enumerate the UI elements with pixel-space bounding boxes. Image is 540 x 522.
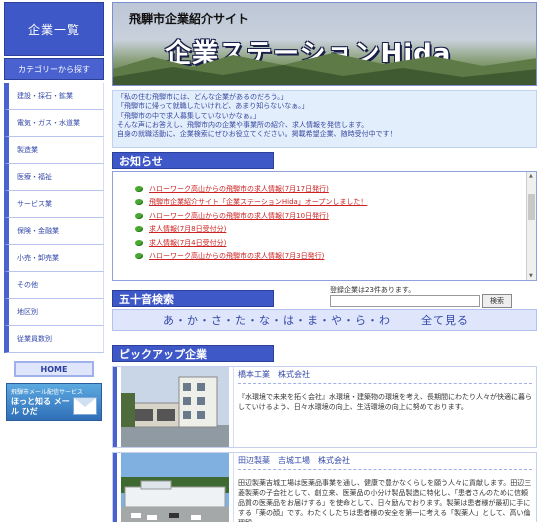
news-link[interactable]: ハローワーク高山からの飛騨市の求人情報(7月17日発行) — [149, 184, 329, 194]
kana-link-na[interactable]: な — [259, 312, 271, 328]
factory-photo-icon — [121, 453, 229, 522]
news-item: ハローワーク高山からの飛騨市の求人情報(7月17日発行) — [135, 182, 536, 196]
kana-link-ta[interactable]: た — [235, 312, 247, 328]
company-photo[interactable] — [121, 453, 229, 522]
registered-count: 登録企業は23件あります。 — [330, 286, 416, 294]
news-link[interactable]: 求人情報(7月4日受付分) — [149, 238, 226, 248]
intro-line: 「私の住む飛騨市には、どんな企業があるのだろう。」 — [117, 93, 288, 101]
sidebar-item-service[interactable]: サービス業 — [4, 191, 104, 218]
bullet-icon — [135, 226, 143, 233]
kana-separator: ・ — [247, 314, 259, 327]
site-banner: 飛騨市企業紹介サイト 企業ステーションHida — [112, 2, 537, 86]
news-item: 求人情報(7月8日受付分) — [135, 223, 536, 237]
card-accent-bar — [113, 367, 117, 447]
company-description: 『水環境で未来を拓く会社』水環境・建築物の環境を考え、長期間にわたり人々が快適に… — [238, 393, 532, 411]
building-photo-icon — [121, 367, 229, 447]
intro-message: 「私の住む飛騨市には、どんな企業があるのだろう。」 「飛騨市に帰って就職したいけ… — [112, 90, 537, 148]
home-button[interactable]: HOME — [14, 361, 94, 377]
news-section: お知らせ ハローワーク高山からの飛騨市の求人情報(7月17日発行) 飛騨市企業紹… — [112, 152, 537, 281]
site-subtitle: 飛騨市企業紹介サイト — [129, 12, 250, 26]
envelope-icon — [73, 397, 97, 415]
company-card[interactable]: 橋本工業 株式会社 『水環境で未来を拓く会社』水環境・建築物の環境を考え、長期間… — [112, 366, 537, 448]
mail-banner-title: ほっと知る メール ひだ — [11, 397, 70, 416]
sidebar-item-other[interactable]: その他 — [4, 272, 104, 299]
sidebar-item-utilities[interactable]: 電気・ガス・水道業 — [4, 110, 104, 137]
company-card[interactable]: 田辺製薬 吉城工場 株式会社 田辺製薬吉城工場は医薬品事業を通し、健康で豊かなく… — [112, 452, 537, 522]
news-item: 飛騨市企業紹介サイト「企業ステーションHida」オープンしました！ — [135, 196, 536, 210]
mail-service-banner[interactable]: 飛騨市メール配信サービス ほっと知る メール ひだ — [6, 383, 102, 421]
kana-separator: ・ — [199, 314, 211, 327]
kana-link-ra[interactable]: ら — [355, 312, 367, 328]
sidebar-item-area[interactable]: 地区別 — [4, 299, 104, 326]
kana-search-heading: 五十音検索 — [112, 290, 274, 307]
intro-line: 自身の就職活動に、企業検索にぜひお役立てください。掲載希望企業、随時受付中です！ — [117, 130, 397, 139]
mail-banner-caption: 飛騨市メール配信サービス — [11, 389, 84, 396]
company-info: 田辺製薬 吉城工場 株式会社 田辺製薬吉城工場は医薬品事業を通し、健康で豊かなく… — [233, 453, 536, 522]
news-link[interactable]: 飛騨市企業紹介サイト「企業ステーションHida」オープンしました！ — [149, 197, 367, 207]
pickup-heading: ピックアップ企業 — [112, 345, 274, 362]
intro-line: そんな声にお答えし、飛騨市内の企業や事業所の紹介、求人情報を発信します。 — [117, 120, 369, 129]
sidebar-item-employees[interactable]: 従業員数別 — [4, 326, 104, 353]
sidebar-item-medical[interactable]: 医療・福祉 — [4, 164, 104, 191]
kana-separator: ・ — [271, 314, 283, 327]
kana-separator: ・ — [319, 314, 331, 327]
company-name[interactable]: 田辺製薬 吉城工場 株式会社 — [238, 455, 532, 470]
sidebar-item-retail[interactable]: 小売・卸売業 — [4, 245, 104, 272]
news-item: 求人情報(7月4日受付分) — [135, 236, 536, 250]
kana-index: あ・ か・ さ・ た・ な・ は・ ま・ や・ ら・ わ 全て見る — [112, 309, 537, 331]
company-info: 橋本工業 株式会社 『水環境で未来を拓く会社』水環境・建築物の環境を考え、長期間… — [233, 367, 536, 447]
news-link[interactable]: 求人情報(7月8日受付分) — [149, 224, 226, 234]
bullet-icon — [135, 199, 143, 206]
scroll-up-icon[interactable]: ▲ — [529, 173, 533, 179]
kana-link-ma[interactable]: ま — [307, 312, 319, 328]
kana-link-ha[interactable]: は — [283, 312, 295, 328]
sidebar-item-manufacturing[interactable]: 製造業 — [4, 137, 104, 164]
view-all-link[interactable]: 全て見る — [421, 312, 469, 328]
news-item: ハローワーク高山からの飛騨市の求人情報(7月10日発行) — [135, 209, 536, 223]
sidebar-title: 企業一覧 — [4, 2, 104, 56]
bullet-icon — [135, 253, 143, 260]
kana-link-ka[interactable]: か — [187, 312, 199, 328]
sidebar-item-finance[interactable]: 保険・金融業 — [4, 218, 104, 245]
news-list[interactable]: ハローワーク高山からの飛騨市の求人情報(7月17日発行) 飛騨市企業紹介サイト「… — [112, 171, 537, 281]
sidebar-item-construction[interactable]: 建設・採石・鉱業 — [4, 83, 104, 110]
kana-separator: ・ — [175, 314, 187, 327]
kana-separator: ・ — [223, 314, 235, 327]
category-menu: 建設・採石・鉱業 電気・ガス・水道業 製造業 医療・福祉 サービス業 保険・金融… — [4, 83, 104, 353]
kana-search-section: 登録企業は23件あります。 検索 五十音検索 あ・ か・ さ・ た・ な・ は・… — [112, 285, 537, 335]
intro-line: 「飛騨市の中で求人募集していないかなぁ。」 — [117, 111, 261, 120]
bullet-icon — [135, 212, 143, 219]
kana-link-ya[interactable]: や — [331, 312, 343, 328]
kana-separator: ・ — [295, 314, 307, 327]
sidebar: 企業一覧 カテゴリーから探す 建設・採石・鉱業 電気・ガス・水道業 製造業 医療… — [4, 2, 104, 522]
scroll-down-icon[interactable]: ▼ — [529, 273, 533, 279]
news-scrollbar[interactable]: ▲ ▼ — [526, 172, 536, 280]
pickup-section: ピックアップ企業 橋本工業 株式会社 『水環境で未来を拓く会社』水環境・建築物の… — [112, 345, 537, 522]
company-photo[interactable] — [121, 367, 229, 447]
kana-separator: ・ — [343, 314, 355, 327]
sidebar-subtitle: カテゴリーから探す — [4, 58, 104, 80]
kana-link-sa[interactable]: さ — [211, 312, 223, 328]
card-accent-bar — [113, 453, 117, 522]
news-item: ハローワーク高山からの飛騨市の求人情報(7月3日発行) — [135, 250, 536, 264]
news-link[interactable]: ハローワーク高山からの飛騨市の求人情報(7月3日発行) — [149, 251, 324, 261]
main-content: 飛騨市企業紹介サイト 企業ステーションHida 「私の住む飛騨市には、どんな企業… — [112, 2, 537, 522]
search-button[interactable]: 検索 — [482, 294, 512, 308]
kana-separator: ・ — [367, 314, 379, 327]
news-heading: お知らせ — [112, 152, 274, 169]
search-input[interactable] — [330, 295, 480, 307]
bullet-icon — [135, 239, 143, 246]
bullet-icon — [135, 185, 143, 192]
intro-line: 「飛騨市に帰って就職したいけれど、あまり知らないなぁ。」 — [117, 102, 309, 111]
company-description: 田辺製薬吉城工場は医薬品事業を通し、健康で豊かなくらしを願う人々に貢献します。田… — [238, 479, 532, 522]
scroll-thumb[interactable] — [528, 194, 535, 220]
kana-link-wa[interactable]: わ — [379, 312, 391, 328]
news-link[interactable]: ハローワーク高山からの飛騨市の求人情報(7月10日発行) — [149, 211, 329, 221]
kana-link-a[interactable]: あ — [163, 312, 175, 328]
company-name[interactable]: 橋本工業 株式会社 — [238, 369, 532, 384]
mountain-illustration — [113, 53, 536, 85]
